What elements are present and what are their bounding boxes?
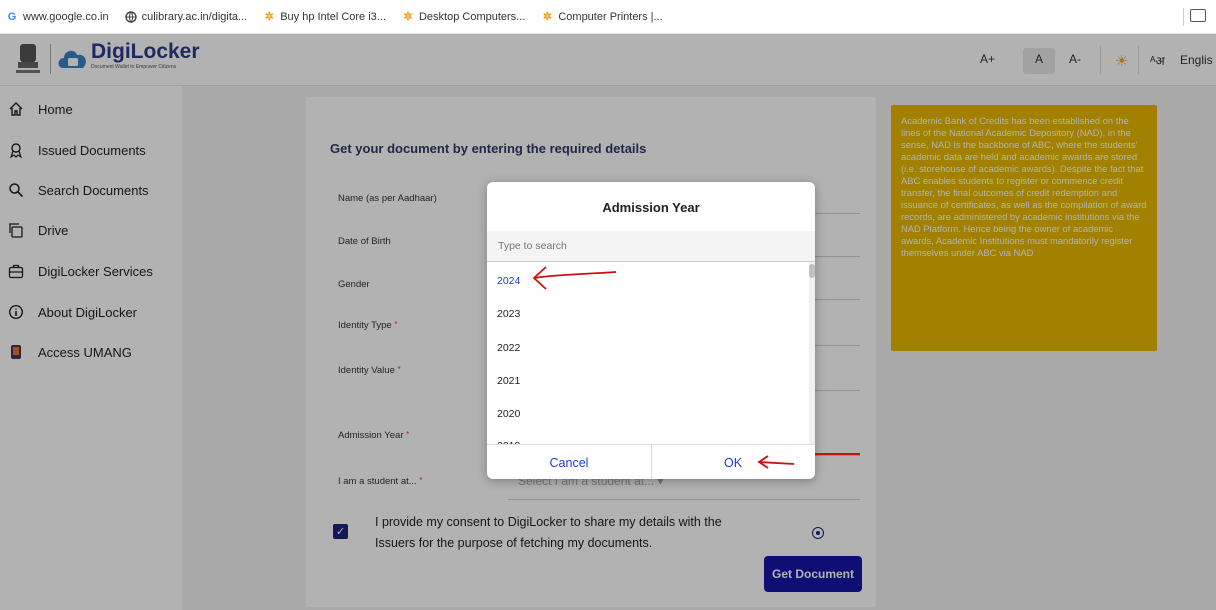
list-scrollbar[interactable] xyxy=(809,262,815,444)
sidebar-item-label: Search Documents xyxy=(38,182,149,198)
google-icon: G xyxy=(7,10,17,23)
bookmark-culibrary[interactable]: culibrary.ac.in/digita... xyxy=(124,10,248,23)
info-icon xyxy=(8,304,24,320)
sidebar-item-label: Issued Documents xyxy=(38,142,146,158)
cancel-button[interactable]: Cancel xyxy=(487,445,651,479)
badge-icon xyxy=(10,143,22,158)
sidebar-item-label: Access UMANG xyxy=(38,344,132,360)
bookmarks-bar: G www.google.co.in culibrary.ac.in/digit… xyxy=(0,0,1216,34)
sidebar: Home Issued Documents Search Documents D… xyxy=(0,86,182,610)
site-header: DigiLocker Document Wallet to Empower Ci… xyxy=(0,34,1216,86)
language-selector[interactable]: Englis xyxy=(1180,53,1213,67)
sidebar-item-digilocker-services[interactable]: DigiLocker Services xyxy=(8,263,153,279)
header-divider xyxy=(1138,46,1139,74)
year-options-list[interactable]: 2024 2023 2022 2021 2020 2019 xyxy=(487,261,815,444)
field-label-name: Name (as per Aadhaar) xyxy=(338,193,437,204)
pinwheel-icon: ✲ xyxy=(403,11,413,23)
field-label-admission-year: Admission Year * xyxy=(338,430,410,441)
pinwheel-icon: ✲ xyxy=(542,11,552,23)
bookmark-hp-intel[interactable]: ✲ Buy hp Intel Core i3... xyxy=(263,10,386,24)
font-decrease-button[interactable]: A- xyxy=(1069,52,1081,66)
ok-button[interactable]: OK xyxy=(651,445,815,479)
search-icon xyxy=(9,183,24,198)
umang-icon xyxy=(11,345,21,359)
bookmark-label: culibrary.ac.in/digita... xyxy=(141,10,248,23)
home-icon xyxy=(9,102,23,116)
field-label-identity-type: Identity Type * xyxy=(338,320,398,331)
get-document-button[interactable]: Get Document xyxy=(764,556,862,592)
bookmarks-divider xyxy=(1183,8,1184,26)
bookmark-label: Computer Printers |... xyxy=(558,10,663,23)
dialog-title: Admission Year xyxy=(602,200,700,215)
folder-icon[interactable] xyxy=(1190,9,1206,22)
consent-checkbox[interactable]: ✓ xyxy=(333,524,348,539)
font-increase-button[interactable]: A+ xyxy=(980,52,995,66)
logo-divider xyxy=(50,44,51,74)
abc-info-box: Academic Bank of Credits has been establ… xyxy=(891,105,1157,351)
briefcase-icon xyxy=(8,264,24,279)
sidebar-item-home[interactable]: Home xyxy=(8,101,73,117)
bookmark-label: www.google.co.in xyxy=(23,10,109,23)
globe-icon xyxy=(124,10,137,23)
field-label-student-at: I am a student at... * xyxy=(338,476,423,487)
bookmark-desktop-computers[interactable]: ✲ Desktop Computers... xyxy=(402,10,526,24)
bookmark-computer-printers[interactable]: ✲ Computer Printers |... xyxy=(541,10,663,24)
bookmark-label: Desktop Computers... xyxy=(418,10,526,23)
translate-icon[interactable]: ᴬअ xyxy=(1150,52,1165,69)
sidebar-item-about-digilocker[interactable]: About DigiLocker xyxy=(8,304,137,320)
field-label-gender: Gender xyxy=(338,279,370,290)
admission-year-dialog: Admission Year 2024 2023 2022 2021 2020 … xyxy=(487,182,815,479)
consent-text: I provide my consent to DigiLocker to sh… xyxy=(375,515,722,550)
national-emblem-icon xyxy=(16,44,40,73)
list-scrollbar-thumb[interactable] xyxy=(809,264,815,278)
year-option[interactable]: 2020 xyxy=(497,408,520,420)
digilocker-logo-icon[interactable] xyxy=(57,42,89,72)
logo-tagline: Document Wallet to Empower Citizens xyxy=(91,64,177,70)
sidebar-item-drive[interactable]: Drive xyxy=(8,222,68,238)
logo-text[interactable]: DigiLocker xyxy=(91,40,200,64)
field-label-identity-value: Identity Value * xyxy=(338,365,401,376)
pinwheel-icon: ✲ xyxy=(264,11,274,23)
student-at-field-line xyxy=(508,499,860,500)
bookmark-google[interactable]: G www.google.co.in xyxy=(6,11,109,23)
dialog-footer: Cancel OK xyxy=(487,444,815,479)
bookmark-label: Buy hp Intel Core i3... xyxy=(280,10,386,23)
form-title: Get your document by entering the requir… xyxy=(330,141,647,156)
year-option[interactable]: 2021 xyxy=(497,375,520,387)
sidebar-item-label: DigiLocker Services xyxy=(38,263,153,279)
year-option[interactable]: 2022 xyxy=(497,342,520,354)
year-option-selected[interactable]: 2024 xyxy=(497,275,520,287)
header-divider xyxy=(1100,46,1101,74)
font-normal-button[interactable]: A xyxy=(1035,52,1043,66)
drive-icon xyxy=(9,223,23,238)
year-search-input[interactable] xyxy=(487,231,815,261)
sidebar-item-issued-documents[interactable]: Issued Documents xyxy=(8,142,146,158)
field-label-dob: Date of Birth xyxy=(338,236,391,247)
sidebar-item-label: Home xyxy=(38,101,73,117)
theme-toggle-icon[interactable]: ☀ xyxy=(1115,52,1128,70)
sidebar-item-label: Drive xyxy=(38,222,69,238)
year-option[interactable]: 2023 xyxy=(497,308,520,320)
sidebar-item-label: About DigiLocker xyxy=(38,304,137,320)
sidebar-item-access-umang[interactable]: Access UMANG xyxy=(8,344,132,360)
sidebar-item-search-documents[interactable]: Search Documents xyxy=(8,182,149,198)
consent-info-icon[interactable] xyxy=(812,527,824,539)
